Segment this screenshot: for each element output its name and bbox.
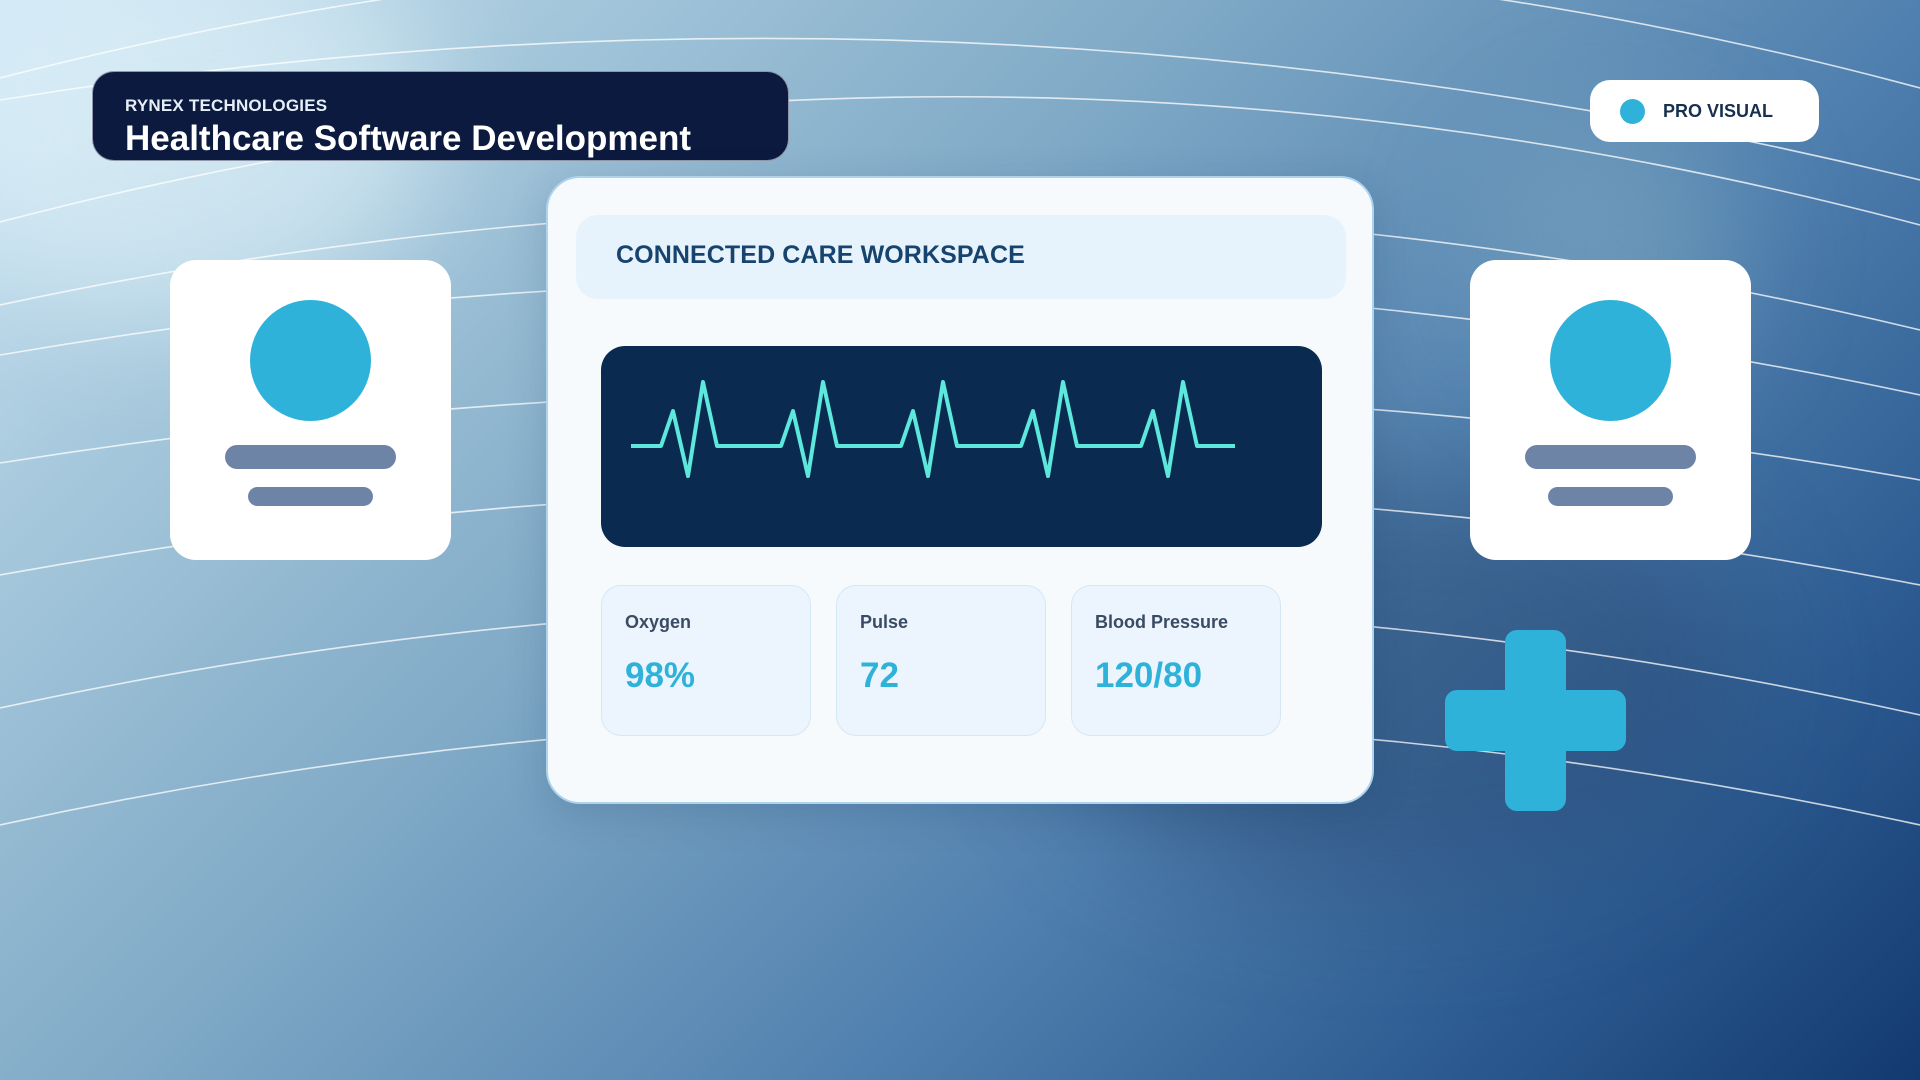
company-name: RYNEX TECHNOLOGIES	[125, 96, 328, 115]
workspace-title: CONNECTED CARE WORKSPACE	[616, 241, 1025, 269]
avatar-icon	[250, 300, 371, 421]
pro-visual-badge: PRO VISUAL	[1590, 80, 1819, 142]
vital-label: Pulse	[860, 612, 909, 632]
profile-card-right	[1470, 260, 1751, 560]
status-dot-icon	[1620, 98, 1645, 124]
placeholder-line	[248, 487, 373, 506]
vital-value: 72	[860, 656, 899, 695]
vital-card-blood-pressure: Blood Pressure 120/80	[1071, 585, 1281, 736]
page-title: Healthcare Software Development	[125, 119, 692, 158]
vital-label: Oxygen	[625, 612, 692, 632]
brand-header: RYNEX TECHNOLOGIES Healthcare Software D…	[92, 71, 789, 161]
workspace-header: CONNECTED CARE WORKSPACE	[576, 215, 1346, 299]
profile-card-left	[170, 260, 451, 560]
placeholder-line	[1525, 445, 1696, 469]
placeholder-line	[1548, 487, 1673, 506]
heartbeat-ecg-icon	[631, 380, 1235, 478]
vital-card-oxygen: Oxygen 98%	[601, 585, 811, 736]
placeholder-line	[225, 445, 396, 469]
badge-label: PRO VISUAL	[1663, 100, 1774, 121]
avatar-icon	[1550, 300, 1671, 421]
vital-value: 98%	[625, 656, 696, 695]
ecg-trace	[631, 380, 1235, 478]
vital-label: Blood Pressure	[1095, 612, 1229, 632]
cross-horizontal-bar	[1445, 690, 1626, 751]
care-workspace-card: CONNECTED CARE WORKSPACE Oxygen 98% Puls…	[546, 176, 1374, 804]
vital-card-pulse: Pulse 72	[836, 585, 1046, 736]
vital-value: 120/80	[1095, 656, 1203, 695]
